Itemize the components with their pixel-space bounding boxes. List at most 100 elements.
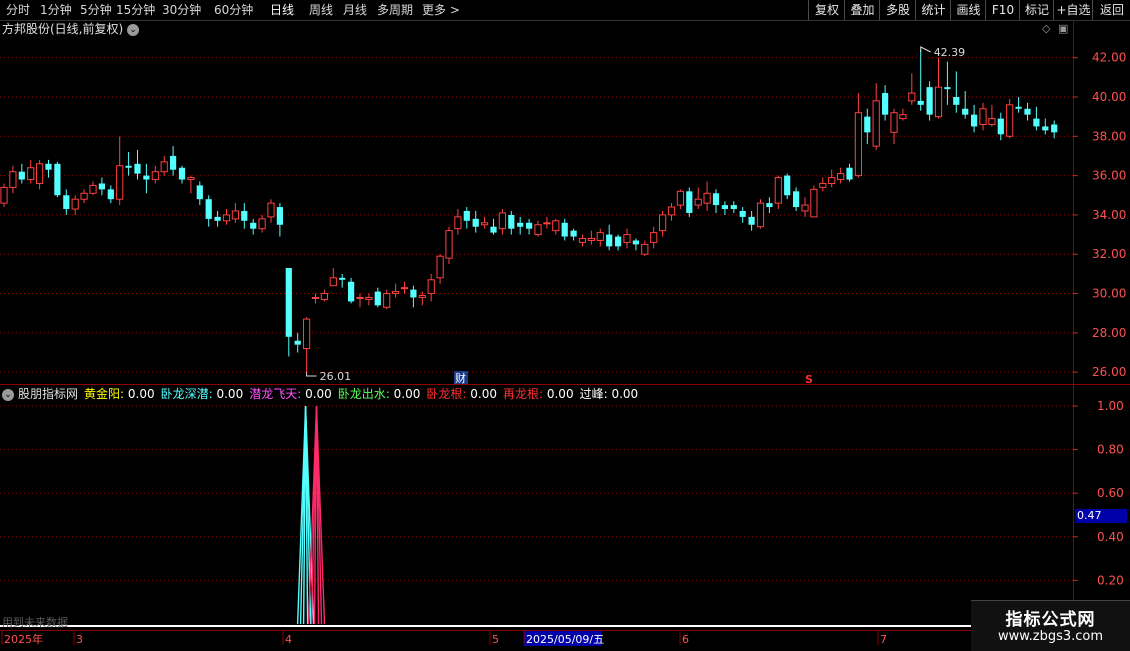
candle [36, 159, 44, 190]
price-tick-label: 34.00 [1092, 208, 1126, 222]
sell-signal-marker: S [805, 373, 813, 386]
candle-body [116, 165, 124, 200]
candle [365, 293, 373, 306]
price-tick-label: 40.00 [1092, 90, 1126, 104]
candle [703, 181, 711, 211]
candle-body [276, 207, 283, 225]
candle-body [89, 184, 97, 194]
candle [45, 159, 52, 178]
candle [774, 175, 782, 210]
candle [854, 93, 862, 178]
candle [436, 254, 444, 284]
candle [98, 177, 105, 196]
candle-body [410, 289, 417, 298]
candle [623, 228, 631, 249]
indicator-label-1: 卧龙深潜 [160, 387, 209, 401]
candle [632, 238, 639, 251]
candle-body [756, 202, 765, 228]
candle-body [864, 116, 871, 133]
watermark-title: 指标公式网 [1005, 610, 1096, 630]
candle-body [748, 216, 755, 225]
candle [997, 112, 1004, 141]
candle [748, 210, 755, 231]
date-label: 6 [682, 633, 689, 646]
candle-body [828, 177, 836, 184]
price-grid [0, 20, 1130, 630]
chevron-down-icon[interactable]: ⌄ [2, 388, 14, 401]
candle-body [543, 222, 551, 225]
candle-body [374, 291, 381, 306]
candle-body [329, 277, 337, 287]
indicator-header: ⌄ 股朋指标网 黄金阳: 0.00 卧龙深潜: 0.00 潜龙飞天: 0.00 卧龙出水:… [2, 386, 638, 402]
candle-body [143, 175, 150, 180]
price-tick-label: 28.00 [1092, 326, 1126, 340]
candle [285, 267, 292, 357]
indicator-plot [0, 405, 1073, 627]
candle [756, 199, 765, 229]
indicator-label-3: 卧龙出水 [337, 387, 386, 401]
candle-body [436, 255, 444, 279]
candle [116, 136, 124, 206]
candle [54, 161, 61, 198]
candle-body [36, 163, 44, 184]
colon: : [120, 387, 128, 401]
candle [810, 185, 818, 218]
candle [615, 234, 622, 251]
candle-body [400, 287, 409, 290]
candle-body [151, 171, 159, 181]
candle-body [27, 167, 35, 181]
candle [908, 73, 916, 105]
candle [587, 230, 595, 245]
candle-body [988, 118, 996, 125]
candle [250, 218, 257, 235]
high-price-label: 42.39 [934, 46, 966, 59]
candle-body [979, 108, 987, 125]
candle-body [267, 202, 275, 218]
low-price-label: 26.01 [320, 370, 352, 383]
kline-chart[interactable]: 42.3926.01 财 S 42.0040.0038.0036.0034.0032… [0, 0, 1130, 650]
candle [872, 83, 880, 151]
candle-body [712, 193, 720, 206]
candle [9, 165, 17, 194]
candle [934, 57, 943, 119]
indicator-value-2: 0.00 [305, 387, 332, 401]
candle-body [125, 165, 132, 168]
candle [543, 216, 551, 229]
date-axis: 2025年 3 4 5 2025/05/09/五 6 7 [0, 630, 1073, 646]
indicator-value-4: 0.00 [470, 387, 497, 401]
indicator-name[interactable]: 股朋指标网 [18, 387, 78, 401]
indicator-spike [296, 405, 315, 625]
candle-body [222, 214, 231, 222]
candle [1051, 120, 1058, 139]
candle-body [587, 238, 595, 241]
candle-body [774, 177, 782, 204]
candle-body [882, 93, 889, 115]
candle-body [650, 232, 658, 243]
candle-body [418, 295, 426, 298]
candle [846, 163, 853, 182]
candle-body [508, 214, 515, 229]
candle [641, 240, 649, 257]
candle-body [392, 291, 400, 295]
candle [329, 267, 337, 287]
candle-body [953, 96, 960, 105]
date-label: 2025年 [4, 632, 43, 646]
candle [445, 226, 453, 265]
candle [534, 220, 542, 237]
candle [561, 218, 568, 241]
candle-body [703, 192, 711, 204]
candle-body [615, 236, 622, 247]
candle-body [766, 203, 773, 208]
indicator-label-2: 潜龙飞天 [249, 387, 298, 401]
candle [267, 199, 275, 223]
colon: : [385, 387, 394, 401]
price-tick-label: 38.00 [1092, 129, 1126, 143]
candle [784, 173, 791, 200]
candle [650, 226, 658, 249]
candle-body [1042, 126, 1049, 131]
candle [392, 283, 400, 298]
candle-group: 42.39 26.01 财 S [0, 46, 1058, 386]
candle [1033, 106, 1040, 131]
date-label: 4 [285, 633, 292, 646]
candle [410, 285, 417, 308]
